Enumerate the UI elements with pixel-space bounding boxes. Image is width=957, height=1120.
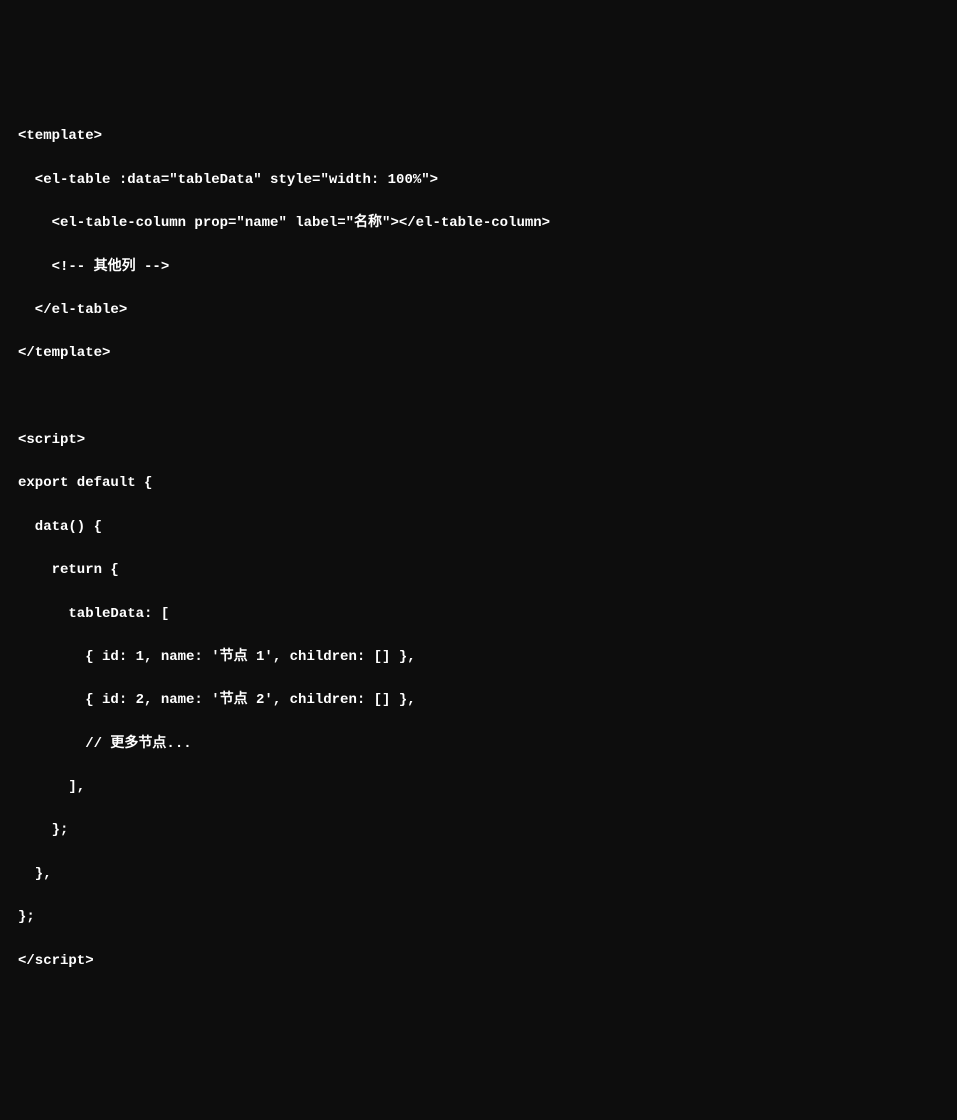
code-line: export default { bbox=[18, 473, 939, 495]
code-line: <script> bbox=[18, 430, 939, 452]
code-line bbox=[18, 387, 939, 409]
code-line: </el-table> bbox=[18, 300, 939, 322]
code-line: <el-table :data="tableData" style="width… bbox=[18, 170, 939, 192]
code-block: <template> <el-table :data="tableData" s… bbox=[18, 105, 939, 994]
code-line: }; bbox=[18, 907, 939, 929]
code-line: <!-- 其他列 --> bbox=[18, 257, 939, 279]
code-line: }, bbox=[18, 864, 939, 886]
code-line: // 更多节点... bbox=[18, 734, 939, 756]
code-line: }; bbox=[18, 820, 939, 842]
code-line: { id: 2, name: '节点 2', children: [] }, bbox=[18, 690, 939, 712]
code-line: <template> bbox=[18, 126, 939, 148]
code-line: { id: 1, name: '节点 1', children: [] }, bbox=[18, 647, 939, 669]
code-line: return { bbox=[18, 560, 939, 582]
code-line: </script> bbox=[18, 951, 939, 973]
code-line: <el-table-column prop="name" label="名称">… bbox=[18, 213, 939, 235]
code-line: </template> bbox=[18, 343, 939, 365]
code-line: tableData: [ bbox=[18, 604, 939, 626]
code-line: data() { bbox=[18, 517, 939, 539]
code-line: ], bbox=[18, 777, 939, 799]
